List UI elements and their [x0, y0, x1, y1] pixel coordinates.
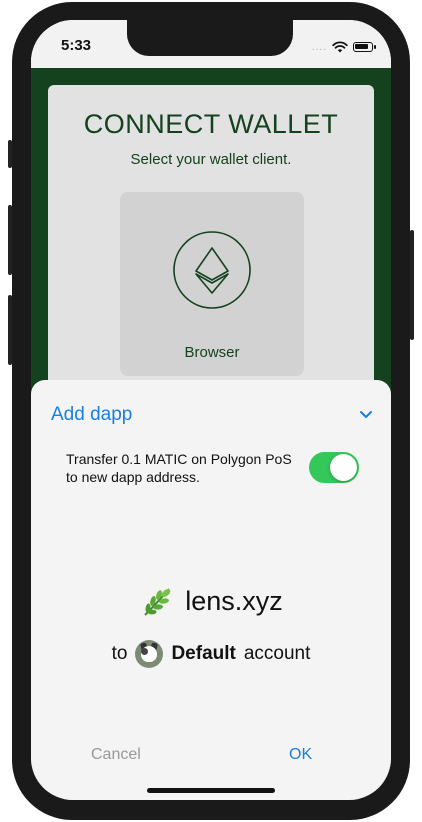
- herb-leaf-icon: [144, 588, 171, 616]
- account-label: account: [243, 643, 311, 664]
- dapp-name: lens.xyz: [185, 585, 283, 616]
- dapp-row: lens.xyz: [31, 583, 391, 619]
- battery-icon: [353, 42, 376, 52]
- cancel-button[interactable]: Cancel: [91, 746, 141, 764]
- notch: [127, 20, 293, 56]
- wifi-icon: [332, 41, 348, 53]
- add-dapp-sheet: Add dapp Transfer 0.1 MATIC on Polygon P…: [31, 380, 391, 800]
- side-button-power: [410, 230, 414, 340]
- transfer-toggle[interactable]: [309, 452, 359, 483]
- wallet-option-browser[interactable]: Browser: [120, 192, 304, 376]
- account-name: Default: [171, 643, 236, 664]
- page-subtitle: Select your wallet client.: [130, 151, 292, 168]
- signal-dots: ....: [311, 41, 327, 53]
- home-indicator[interactable]: [147, 788, 275, 793]
- avatar: [135, 640, 164, 668]
- status-time: 5:33: [61, 37, 92, 54]
- wallet-option-label: Browser: [184, 344, 240, 361]
- account-row: to Default account: [31, 640, 391, 668]
- ok-button[interactable]: OK: [289, 746, 312, 764]
- page-title: CONNECT WALLET: [83, 109, 339, 139]
- status-icons: ....: [311, 41, 376, 53]
- side-button-mute: [8, 140, 12, 168]
- side-button-volume-up: [8, 205, 12, 275]
- side-button-volume-down: [8, 295, 12, 365]
- transfer-option-text: Transfer 0.1 MATIC on Polygon PoS to new…: [66, 451, 292, 485]
- sheet-title: Add dapp: [51, 404, 133, 425]
- phone-screen: 5:33 .... CONNECT WALLET Select your wal…: [31, 20, 391, 800]
- to-label: to: [111, 643, 128, 664]
- chevron-down-icon[interactable]: [359, 410, 373, 420]
- ethereum-icon: [173, 231, 251, 309]
- toggle-knob: [330, 454, 357, 481]
